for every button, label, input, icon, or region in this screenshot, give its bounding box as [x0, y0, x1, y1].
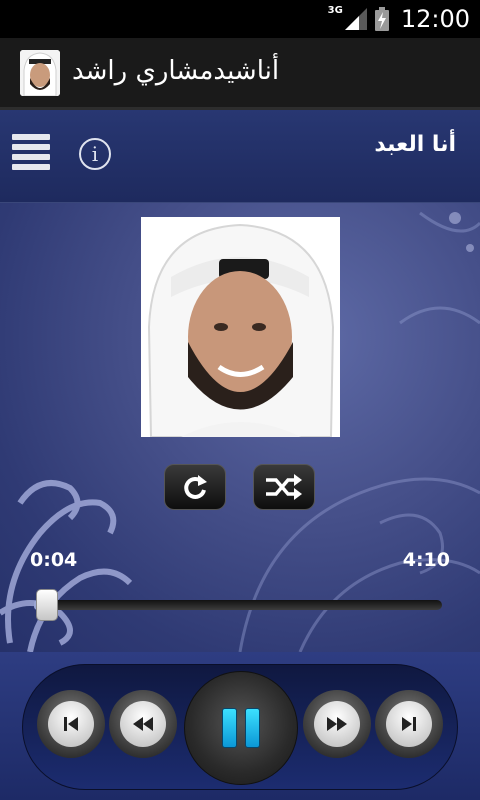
now-playing-header: i أنا العبد — [0, 110, 480, 203]
player-background: 0:04 4:10 — [0, 203, 480, 652]
pause-icon-bar — [245, 708, 260, 748]
next-track-button[interactable] — [375, 690, 443, 758]
previous-track-icon — [64, 717, 78, 731]
repeat-button[interactable] — [164, 464, 226, 510]
rewind-button[interactable] — [109, 690, 177, 758]
fast-forward-icon — [327, 717, 347, 731]
next-track-icon — [402, 717, 416, 731]
status-bar: 3G 12:00 — [0, 0, 480, 38]
rewind-icon — [133, 717, 153, 731]
menu-icon[interactable] — [12, 134, 52, 184]
pause-button[interactable] — [184, 671, 298, 785]
previous-track-button[interactable] — [37, 690, 105, 758]
shuffle-button[interactable] — [253, 464, 315, 510]
battery-charging-icon — [374, 7, 389, 31]
shuffle-icon — [266, 474, 302, 500]
fast-forward-button[interactable] — [303, 690, 371, 758]
pause-icon — [222, 708, 237, 748]
clock: 12:00 — [400, 5, 470, 33]
seek-bar[interactable] — [34, 600, 442, 610]
elapsed-time: 0:04 — [30, 549, 78, 571]
repeat-icon — [184, 475, 207, 499]
signal-icon — [344, 8, 367, 30]
total-duration: 4:10 — [402, 549, 450, 571]
app-logo[interactable] — [20, 50, 60, 96]
song-title: أنا العبد — [374, 132, 456, 157]
info-icon[interactable]: i — [79, 138, 111, 170]
action-bar: أناشيدمشاري راشد — [0, 38, 480, 110]
network-type: 3G — [327, 4, 343, 16]
seek-thumb[interactable] — [35, 589, 58, 621]
album-art — [141, 217, 340, 437]
app-title: أناشيدمشاري راشد — [72, 56, 280, 86]
